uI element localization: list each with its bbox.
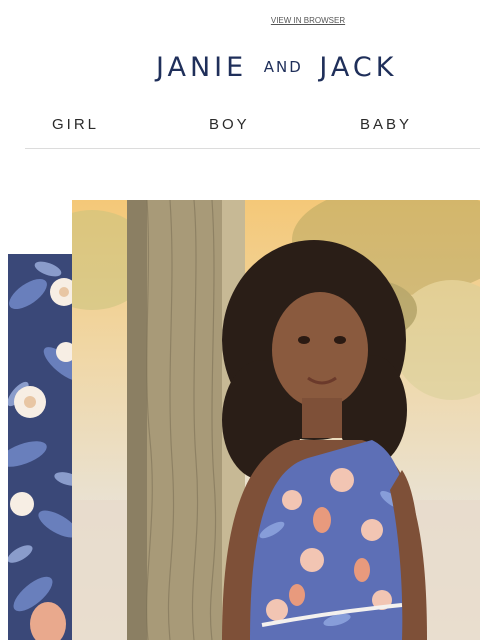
brand-name-jack: JACK xyxy=(319,52,398,83)
brand-name-and: AND xyxy=(263,58,303,76)
floral-pattern-illustration xyxy=(8,254,78,640)
floral-pattern-card xyxy=(8,254,78,640)
brand-logo[interactable]: JANIE AND JACK xyxy=(156,52,397,83)
nav-divider xyxy=(25,148,480,149)
nav-item-boy[interactable]: BOY xyxy=(209,116,250,133)
girl-swimsuit-photo xyxy=(72,200,480,640)
nav-item-baby[interactable]: BABY xyxy=(360,116,412,133)
hero-photo xyxy=(72,200,480,640)
nav-item-girl[interactable]: GIRL xyxy=(52,116,99,133)
view-in-browser-link[interactable]: VIEW IN BROWSER xyxy=(0,16,480,25)
hero-banner[interactable] xyxy=(0,200,480,640)
category-nav: GIRL BOY BABY xyxy=(0,116,480,136)
brand-name-janie: JANIE xyxy=(156,52,248,83)
